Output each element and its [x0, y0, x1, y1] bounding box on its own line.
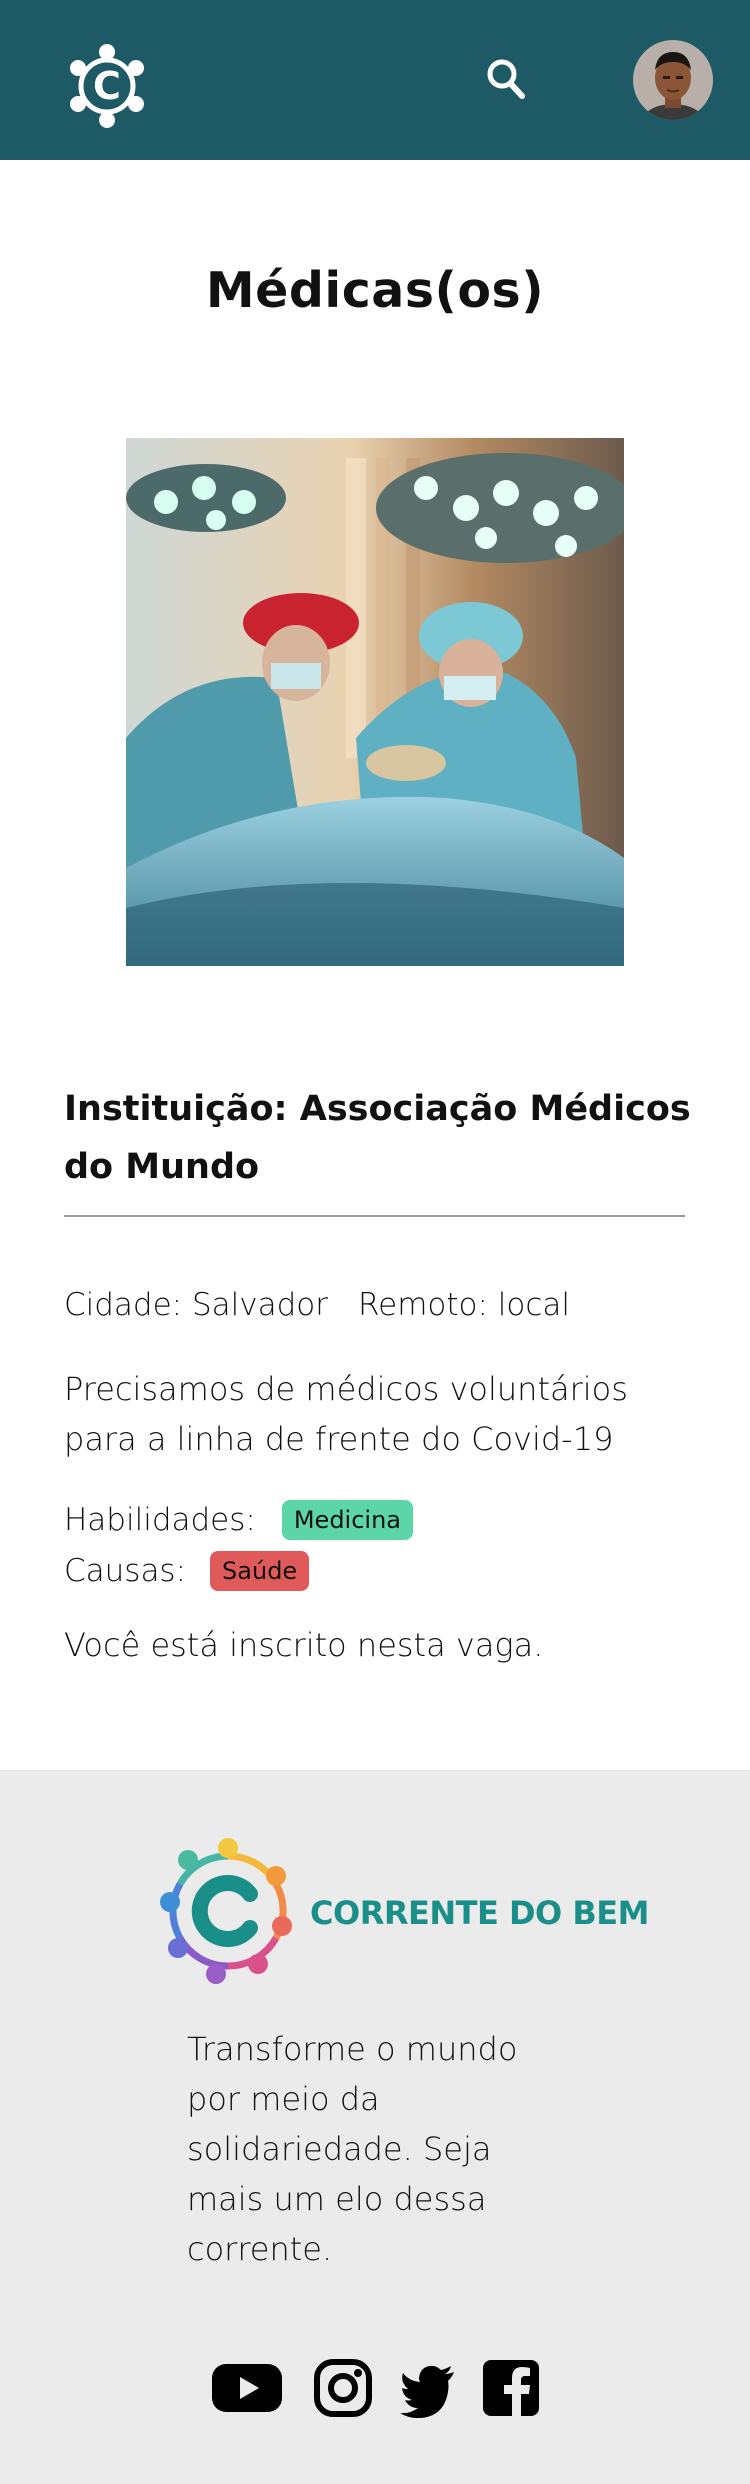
- institution-name: Instituição: Associação Médicos do Mundo: [64, 1089, 691, 1187]
- skills-row: Habilidades: Medicina: [64, 1497, 413, 1543]
- remote-text: Remoto: local: [358, 1287, 571, 1323]
- causes-row: Causas: Saúde: [64, 1548, 310, 1594]
- cause-tag[interactable]: Saúde: [210, 1551, 310, 1591]
- facebook-icon[interactable]: [483, 2358, 541, 2418]
- brand-name: CORRENTE DO BEM: [310, 1894, 649, 1932]
- location-info: Cidade: Salvador Remoto: local: [64, 1287, 570, 1323]
- twitter-icon[interactable]: [400, 2358, 456, 2418]
- corrente-do-bem-logo-icon: [158, 1836, 298, 1986]
- subscription-status: Você está inscrito nesta vaga.: [64, 1626, 544, 1664]
- divider: [64, 1215, 685, 1217]
- youtube-icon[interactable]: [212, 2358, 282, 2418]
- skills-label: Habilidades:: [64, 1502, 256, 1538]
- footer-tagline: Transforme o mundo por meio da solidarie…: [187, 2030, 518, 2268]
- top-navbar: C: [0, 0, 750, 160]
- city-text: Cidade: Salvador: [64, 1287, 328, 1323]
- corrente-c-logo-icon[interactable]: C: [66, 42, 148, 130]
- svg-text:C: C: [93, 64, 121, 108]
- search-icon[interactable]: [486, 58, 526, 102]
- opportunity-image-surgeons: [126, 438, 624, 966]
- page-title: Médicas(os): [205, 262, 545, 319]
- causes-label: Causas:: [64, 1553, 187, 1589]
- opportunity-description: Precisamos de médicos voluntários para a…: [64, 1370, 628, 1458]
- user-avatar[interactable]: [633, 40, 713, 120]
- instagram-icon[interactable]: [313, 2358, 373, 2418]
- skill-tag[interactable]: Medicina: [281, 1500, 413, 1540]
